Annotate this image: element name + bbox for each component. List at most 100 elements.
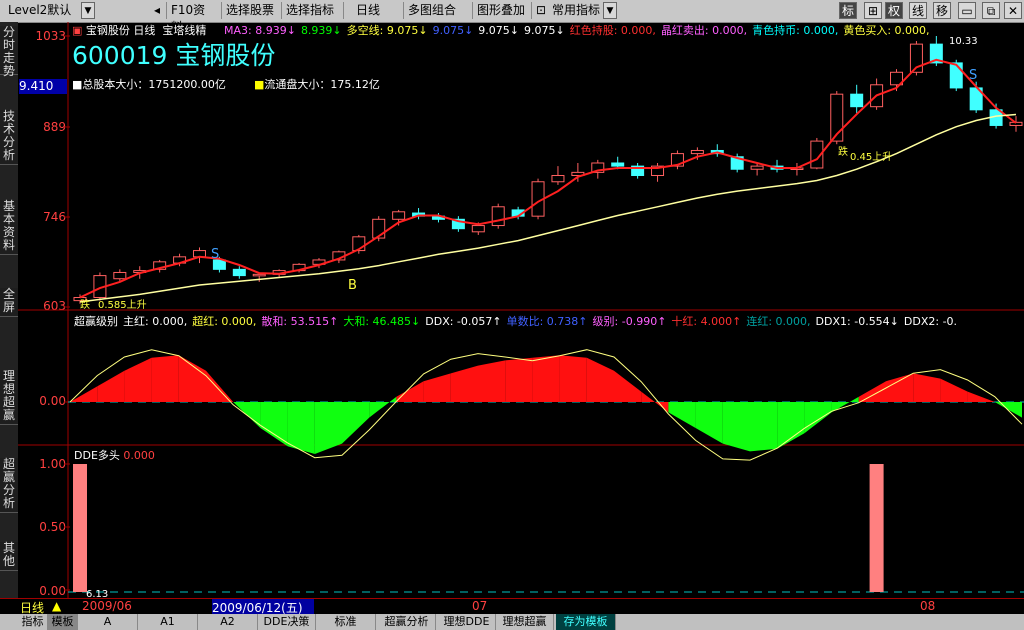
rights-button[interactable]: 权 xyxy=(885,2,903,19)
candle xyxy=(949,62,963,89)
area-segment xyxy=(559,355,587,402)
area-segment xyxy=(614,370,642,402)
rise-annotation: 0.585上升 xyxy=(98,299,147,311)
line-button[interactable]: 线 xyxy=(909,2,927,19)
area-segment xyxy=(369,396,397,418)
tab-a[interactable]: A xyxy=(78,614,138,630)
buy-signal-label: B xyxy=(348,278,357,293)
header-value: 8.939↓ xyxy=(300,24,342,37)
long-short-line xyxy=(79,113,1017,303)
header-value: 连红: 0.000, xyxy=(746,315,811,328)
select-indicator-button[interactable]: 选择指标 xyxy=(281,2,339,19)
candle xyxy=(113,271,127,280)
level2-default-dropdown[interactable]: Level2默认 xyxy=(4,2,80,19)
dde-bar xyxy=(73,464,87,592)
select-stock-button[interactable]: 选择股票 xyxy=(221,2,279,19)
tab-template[interactable]: 模板 xyxy=(48,614,78,630)
tab-ideal-chaoying[interactable]: 理想超赢 xyxy=(496,614,554,630)
tab-chaoying-analysis[interactable]: 超赢分析 xyxy=(378,614,436,630)
area-segment xyxy=(858,381,886,402)
multi-chart-button[interactable]: 多图组合 xyxy=(403,2,461,19)
area-segment xyxy=(886,373,914,402)
header-value: 青色持币: 0.000, xyxy=(752,24,839,37)
dde-bar xyxy=(869,464,884,592)
tab-a2[interactable]: A2 xyxy=(198,614,258,630)
sell-signal-label: S xyxy=(211,247,219,262)
float-shares: ■流通盘大小：175.12亿 xyxy=(254,78,380,91)
bottom-tabs: 指标 模板 A A1 A2 DDE决策 标准 超赢分析 理想DDE 理想超赢 存… xyxy=(0,614,1024,630)
dropdown-arrow-icon[interactable]: ▼ xyxy=(603,2,617,19)
lock-icon[interactable]: ⊡ xyxy=(531,2,547,19)
candle xyxy=(850,93,864,108)
header-value: 9.075↓ xyxy=(478,24,520,37)
mark-button[interactable]: 标 xyxy=(839,2,857,19)
tab-a1[interactable]: A1 xyxy=(138,614,198,630)
area-segment xyxy=(967,391,995,402)
ma-header: MA3: 8.939↓ 8.939↓ 多空线: 9.075↓ 9.075↓ 9.075↓… xyxy=(224,22,935,38)
triangle-up-icon[interactable]: ▲ xyxy=(52,599,61,613)
header-value: 单数比: 0.738↑ xyxy=(506,315,588,328)
close-icon[interactable]: ✕ xyxy=(1004,2,1022,19)
restore-icon[interactable]: ⧉ xyxy=(982,2,1000,19)
crosshair-icon[interactable]: ⊞ xyxy=(864,2,882,19)
area-segment xyxy=(124,357,152,402)
header-value: DDX2: -0. xyxy=(903,315,958,328)
tab-save-template[interactable]: 存为模板 xyxy=(556,614,616,630)
chaoying-area xyxy=(70,355,1022,454)
total-shares: ■总股本大小：1751200.00亿 xyxy=(72,78,226,91)
area-segment xyxy=(260,402,288,447)
period-button[interactable]: 日线 xyxy=(343,2,399,19)
overlay-button[interactable]: 图形叠加 xyxy=(472,2,530,19)
rise-annotation: 0.45上升 xyxy=(850,151,892,163)
header-value: 晶红卖出: 0.000, xyxy=(660,24,748,37)
header-value: 9.075↓ xyxy=(432,24,474,37)
sell-signal-label: S xyxy=(969,68,977,83)
time-axis: 日线 ▲ 2009/06 2009/06/12(五) 07 08 xyxy=(0,598,1024,616)
tab-ideal-dde[interactable]: 理想DDE xyxy=(438,614,496,630)
candle xyxy=(232,268,246,277)
header-value: 级别: -0.990↑ xyxy=(592,315,667,328)
tab-dde-decision[interactable]: DDE决策 xyxy=(258,614,316,630)
area-segment xyxy=(287,402,315,454)
area-segment xyxy=(396,381,424,402)
tab-standard[interactable]: 标准 xyxy=(316,614,376,630)
candle xyxy=(611,162,625,167)
header-value: 超赢级别 xyxy=(74,315,118,328)
area-segment xyxy=(151,355,179,402)
area-segment xyxy=(940,378,968,402)
area-segment xyxy=(722,402,750,452)
candle xyxy=(750,165,764,170)
area-segment xyxy=(750,402,778,452)
header-value: DDX: -0.057↑ xyxy=(425,315,502,328)
minimize-icon[interactable]: ▭ xyxy=(958,2,976,19)
indicator-header: 超赢级别 主红: 0.000, 超红: 0.000, 散和: 53.515↑ 大和: 4… xyxy=(74,313,962,329)
f10-button[interactable]: F10资料 xyxy=(166,2,221,34)
area-segment xyxy=(478,360,506,402)
common-indicator-button[interactable]: 常用指标 xyxy=(548,2,606,19)
dropdown-arrow-icon[interactable]: ▼ xyxy=(81,2,95,19)
area-segment xyxy=(178,355,206,402)
area-segment xyxy=(532,355,560,402)
back-arrow-icon[interactable]: ◂ xyxy=(150,2,164,19)
rise-prefix: 跌 xyxy=(838,145,848,158)
tab-indicator[interactable]: 指标 xyxy=(18,614,48,630)
area-segment xyxy=(314,402,342,454)
month-label: 2009/06 xyxy=(82,599,132,613)
high-price-label: 10.33 xyxy=(949,36,978,47)
area-segment xyxy=(206,370,234,402)
header-value: 黄色买入: 0.000, xyxy=(843,24,930,37)
candle xyxy=(551,175,565,183)
candle xyxy=(471,225,485,233)
header-value: 十红: 4.000↑ xyxy=(671,315,742,328)
header-value: 9.075↓ xyxy=(524,24,565,37)
candle xyxy=(491,206,505,227)
stock-code: 600019 xyxy=(72,41,168,70)
header-value: 红色持股: 0.000, xyxy=(569,24,656,37)
candle xyxy=(690,149,704,155)
header-value: 多空线: 9.075↓ xyxy=(346,24,428,37)
move-button[interactable]: 移 xyxy=(933,2,951,19)
candle xyxy=(392,211,406,220)
stock-code-name: 600019 宝钢股份 xyxy=(72,36,275,72)
month-label: 08 xyxy=(920,599,936,613)
toolbar: Level2默认 ▼ ◂ F10资料 选择股票 选择指标 日线 多图组合 图形叠… xyxy=(0,0,1024,34)
